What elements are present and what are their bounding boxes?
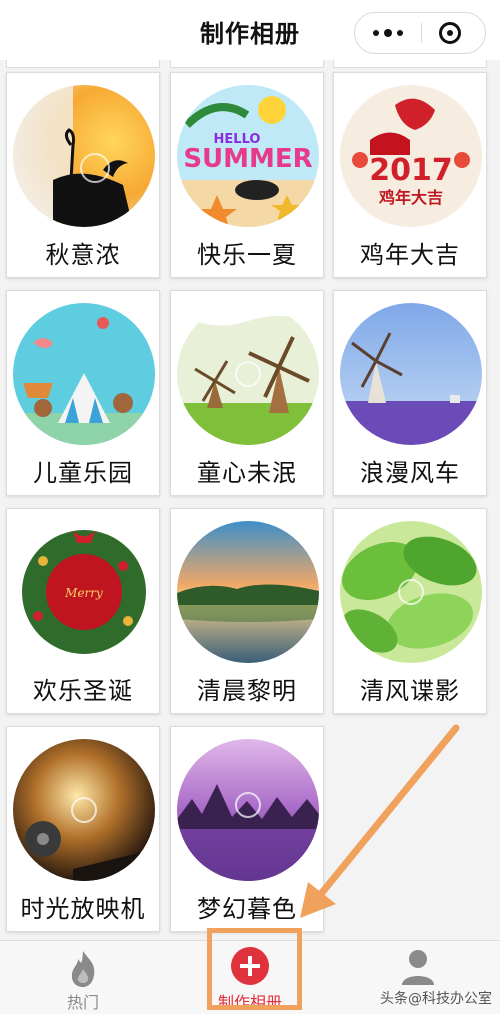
tab-label: 热门 xyxy=(66,993,99,1012)
watermark: 头条@科技办公室 xyxy=(380,991,492,1007)
purple-dusk-thumbnail xyxy=(177,739,319,881)
album-label: 儿童乐园 xyxy=(33,459,133,487)
album-card-lavender-windmill[interactable]: 浪漫风车 xyxy=(333,290,487,496)
capsule-divider xyxy=(421,23,422,43)
hello-summer-thumbnail: SUMMER HELLO xyxy=(177,85,319,227)
autumn-cranes-thumbnail xyxy=(13,85,155,227)
green-leaves-thumbnail xyxy=(340,521,482,663)
christmas-wreath-thumbnail: Merry xyxy=(13,521,155,663)
svg-text:HELLO: HELLO xyxy=(214,132,261,147)
album-label: 鸡年大吉 xyxy=(360,241,460,269)
album-card-projector[interactable]: 时光放映机 xyxy=(6,726,160,932)
album-card-summer[interactable]: SUMMER HELLO 快乐一夏 xyxy=(170,72,324,278)
more-dots-icon[interactable] xyxy=(355,13,421,53)
dawn-lake-thumbnail xyxy=(177,521,319,663)
album-card-christmas[interactable]: Merry 欢乐圣诞 xyxy=(6,508,160,714)
album-label: 梦幻暮色 xyxy=(197,895,297,923)
windmill-lavender-thumbnail xyxy=(340,303,482,445)
person-icon xyxy=(402,950,434,985)
album-card-autumn[interactable]: 秋意浓 xyxy=(6,72,160,278)
svg-text:鸡年大吉: 鸡年大吉 xyxy=(378,188,443,207)
windmills-meadow-thumbnail xyxy=(177,303,319,445)
album-label: 快乐一夏 xyxy=(197,241,297,269)
album-label: 欢乐圣诞 xyxy=(33,677,133,705)
album-label: 童心未泯 xyxy=(197,459,297,487)
album-card-rooster[interactable]: 2017 鸡年大吉 鸡年大吉 xyxy=(333,72,487,278)
album-label: 秋意浓 xyxy=(45,241,121,269)
album-card-dusk[interactable]: 梦幻暮色 xyxy=(170,726,324,932)
svg-text:Merry: Merry xyxy=(64,586,103,600)
tab-hot[interactable]: 热门 xyxy=(0,941,166,1014)
rooster-2017-thumbnail: 2017 鸡年大吉 xyxy=(340,85,482,227)
partial-card xyxy=(170,60,324,68)
annotation-highlight-box xyxy=(207,928,302,1010)
page: 制作相册 秋意浓 SUMMER HELLO 快乐一夏 2017 鸡年大吉 鸡年大… xyxy=(0,0,500,1014)
svg-text:2017: 2017 xyxy=(369,153,453,188)
mini-program-capsule xyxy=(354,12,486,54)
partial-card xyxy=(6,60,160,68)
album-label: 清风谍影 xyxy=(360,677,460,705)
target-icon[interactable] xyxy=(439,22,461,44)
navigation-bar: 制作相册 xyxy=(0,0,500,60)
kids-park-thumbnail xyxy=(13,303,155,445)
album-card-kids-park[interactable]: 儿童乐园 xyxy=(6,290,160,496)
album-card-windmills[interactable]: 童心未泯 xyxy=(170,290,324,496)
album-label: 时光放映机 xyxy=(20,895,146,923)
flame-icon xyxy=(71,951,95,987)
album-card-leaves[interactable]: 清风谍影 xyxy=(333,508,487,714)
partial-card xyxy=(333,60,487,68)
album-card-dawn[interactable]: 清晨黎明 xyxy=(170,508,324,714)
album-label: 清晨黎明 xyxy=(197,677,297,705)
album-label: 浪漫风车 xyxy=(360,459,460,487)
film-projector-thumbnail xyxy=(13,739,155,881)
svg-text:SUMMER: SUMMER xyxy=(183,144,312,174)
